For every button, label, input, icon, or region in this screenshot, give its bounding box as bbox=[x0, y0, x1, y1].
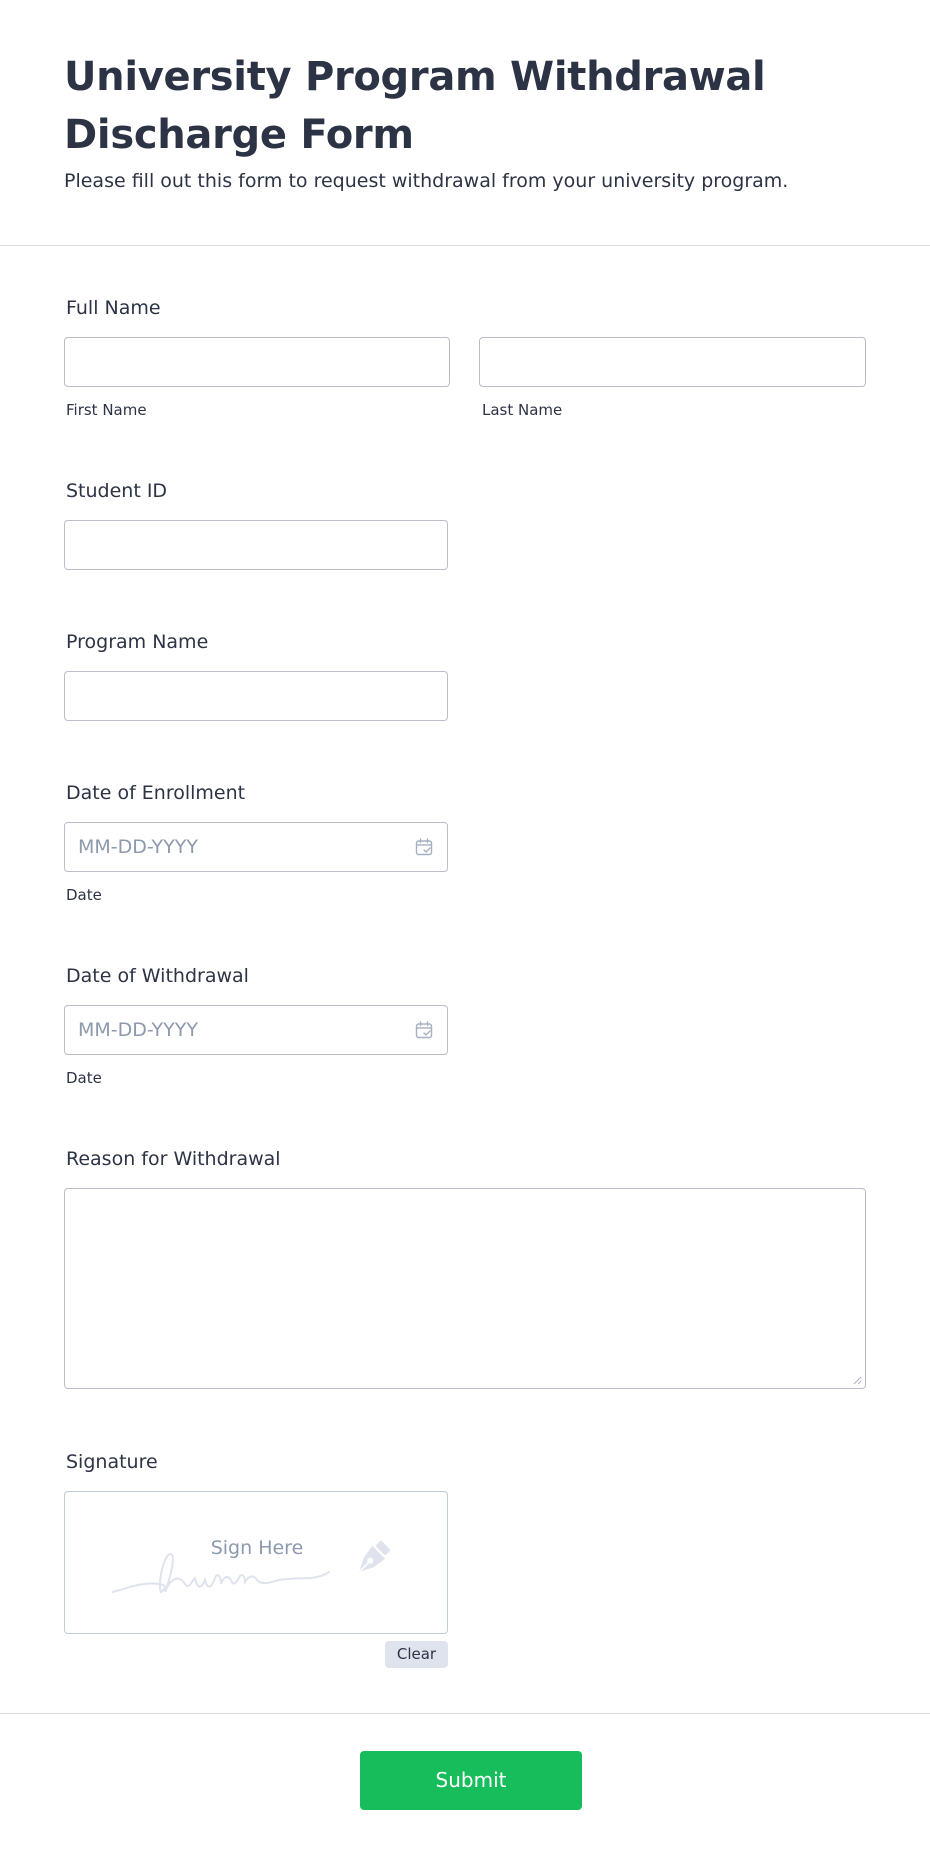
calendar-icon[interactable] bbox=[415, 838, 433, 856]
last-name-input[interactable] bbox=[479, 337, 866, 387]
date-of-withdrawal-input[interactable]: MM-DD-YYYY bbox=[64, 1005, 448, 1055]
first-name-input[interactable] bbox=[64, 337, 450, 387]
resize-handle-icon[interactable] bbox=[852, 1375, 862, 1385]
form-title: University Program Withdrawal Discharge … bbox=[64, 54, 766, 158]
reason-for-withdrawal-textarea[interactable] bbox=[64, 1188, 866, 1389]
date-of-enrollment-input[interactable]: MM-DD-YYYY bbox=[64, 822, 448, 872]
last-name-sublabel: Last Name bbox=[482, 401, 563, 419]
date-of-withdrawal-sublabel: Date bbox=[66, 1069, 102, 1087]
footer-divider bbox=[0, 1713, 930, 1714]
submit-button[interactable]: Submit bbox=[360, 1751, 582, 1810]
pen-nib-icon bbox=[358, 1541, 390, 1573]
first-name-sublabel: First Name bbox=[66, 401, 147, 419]
date-of-enrollment-sublabel: Date bbox=[66, 886, 102, 904]
full-name-label: Full Name bbox=[66, 297, 161, 319]
form-page: University Program Withdrawal Discharge … bbox=[0, 0, 930, 1860]
program-name-label: Program Name bbox=[66, 631, 209, 653]
student-id-label: Student ID bbox=[66, 480, 168, 502]
form-header: University Program Withdrawal Discharge … bbox=[0, 0, 930, 246]
signature-pad[interactable]: Sign Here bbox=[64, 1491, 448, 1634]
reason-for-withdrawal-label: Reason for Withdrawal bbox=[66, 1148, 281, 1170]
date-of-enrollment-placeholder: MM-DD-YYYY bbox=[78, 836, 198, 858]
student-id-input[interactable] bbox=[64, 520, 448, 570]
clear-signature-button[interactable]: Clear bbox=[385, 1641, 448, 1668]
signature-label: Signature bbox=[66, 1451, 158, 1473]
date-of-withdrawal-label: Date of Withdrawal bbox=[66, 965, 249, 987]
date-of-withdrawal-placeholder: MM-DD-YYYY bbox=[78, 1019, 198, 1041]
calendar-icon[interactable] bbox=[415, 1021, 433, 1039]
form-subtitle: Please fill out this form to request wit… bbox=[64, 170, 789, 192]
date-of-enrollment-label: Date of Enrollment bbox=[66, 782, 246, 804]
program-name-input[interactable] bbox=[64, 671, 448, 721]
